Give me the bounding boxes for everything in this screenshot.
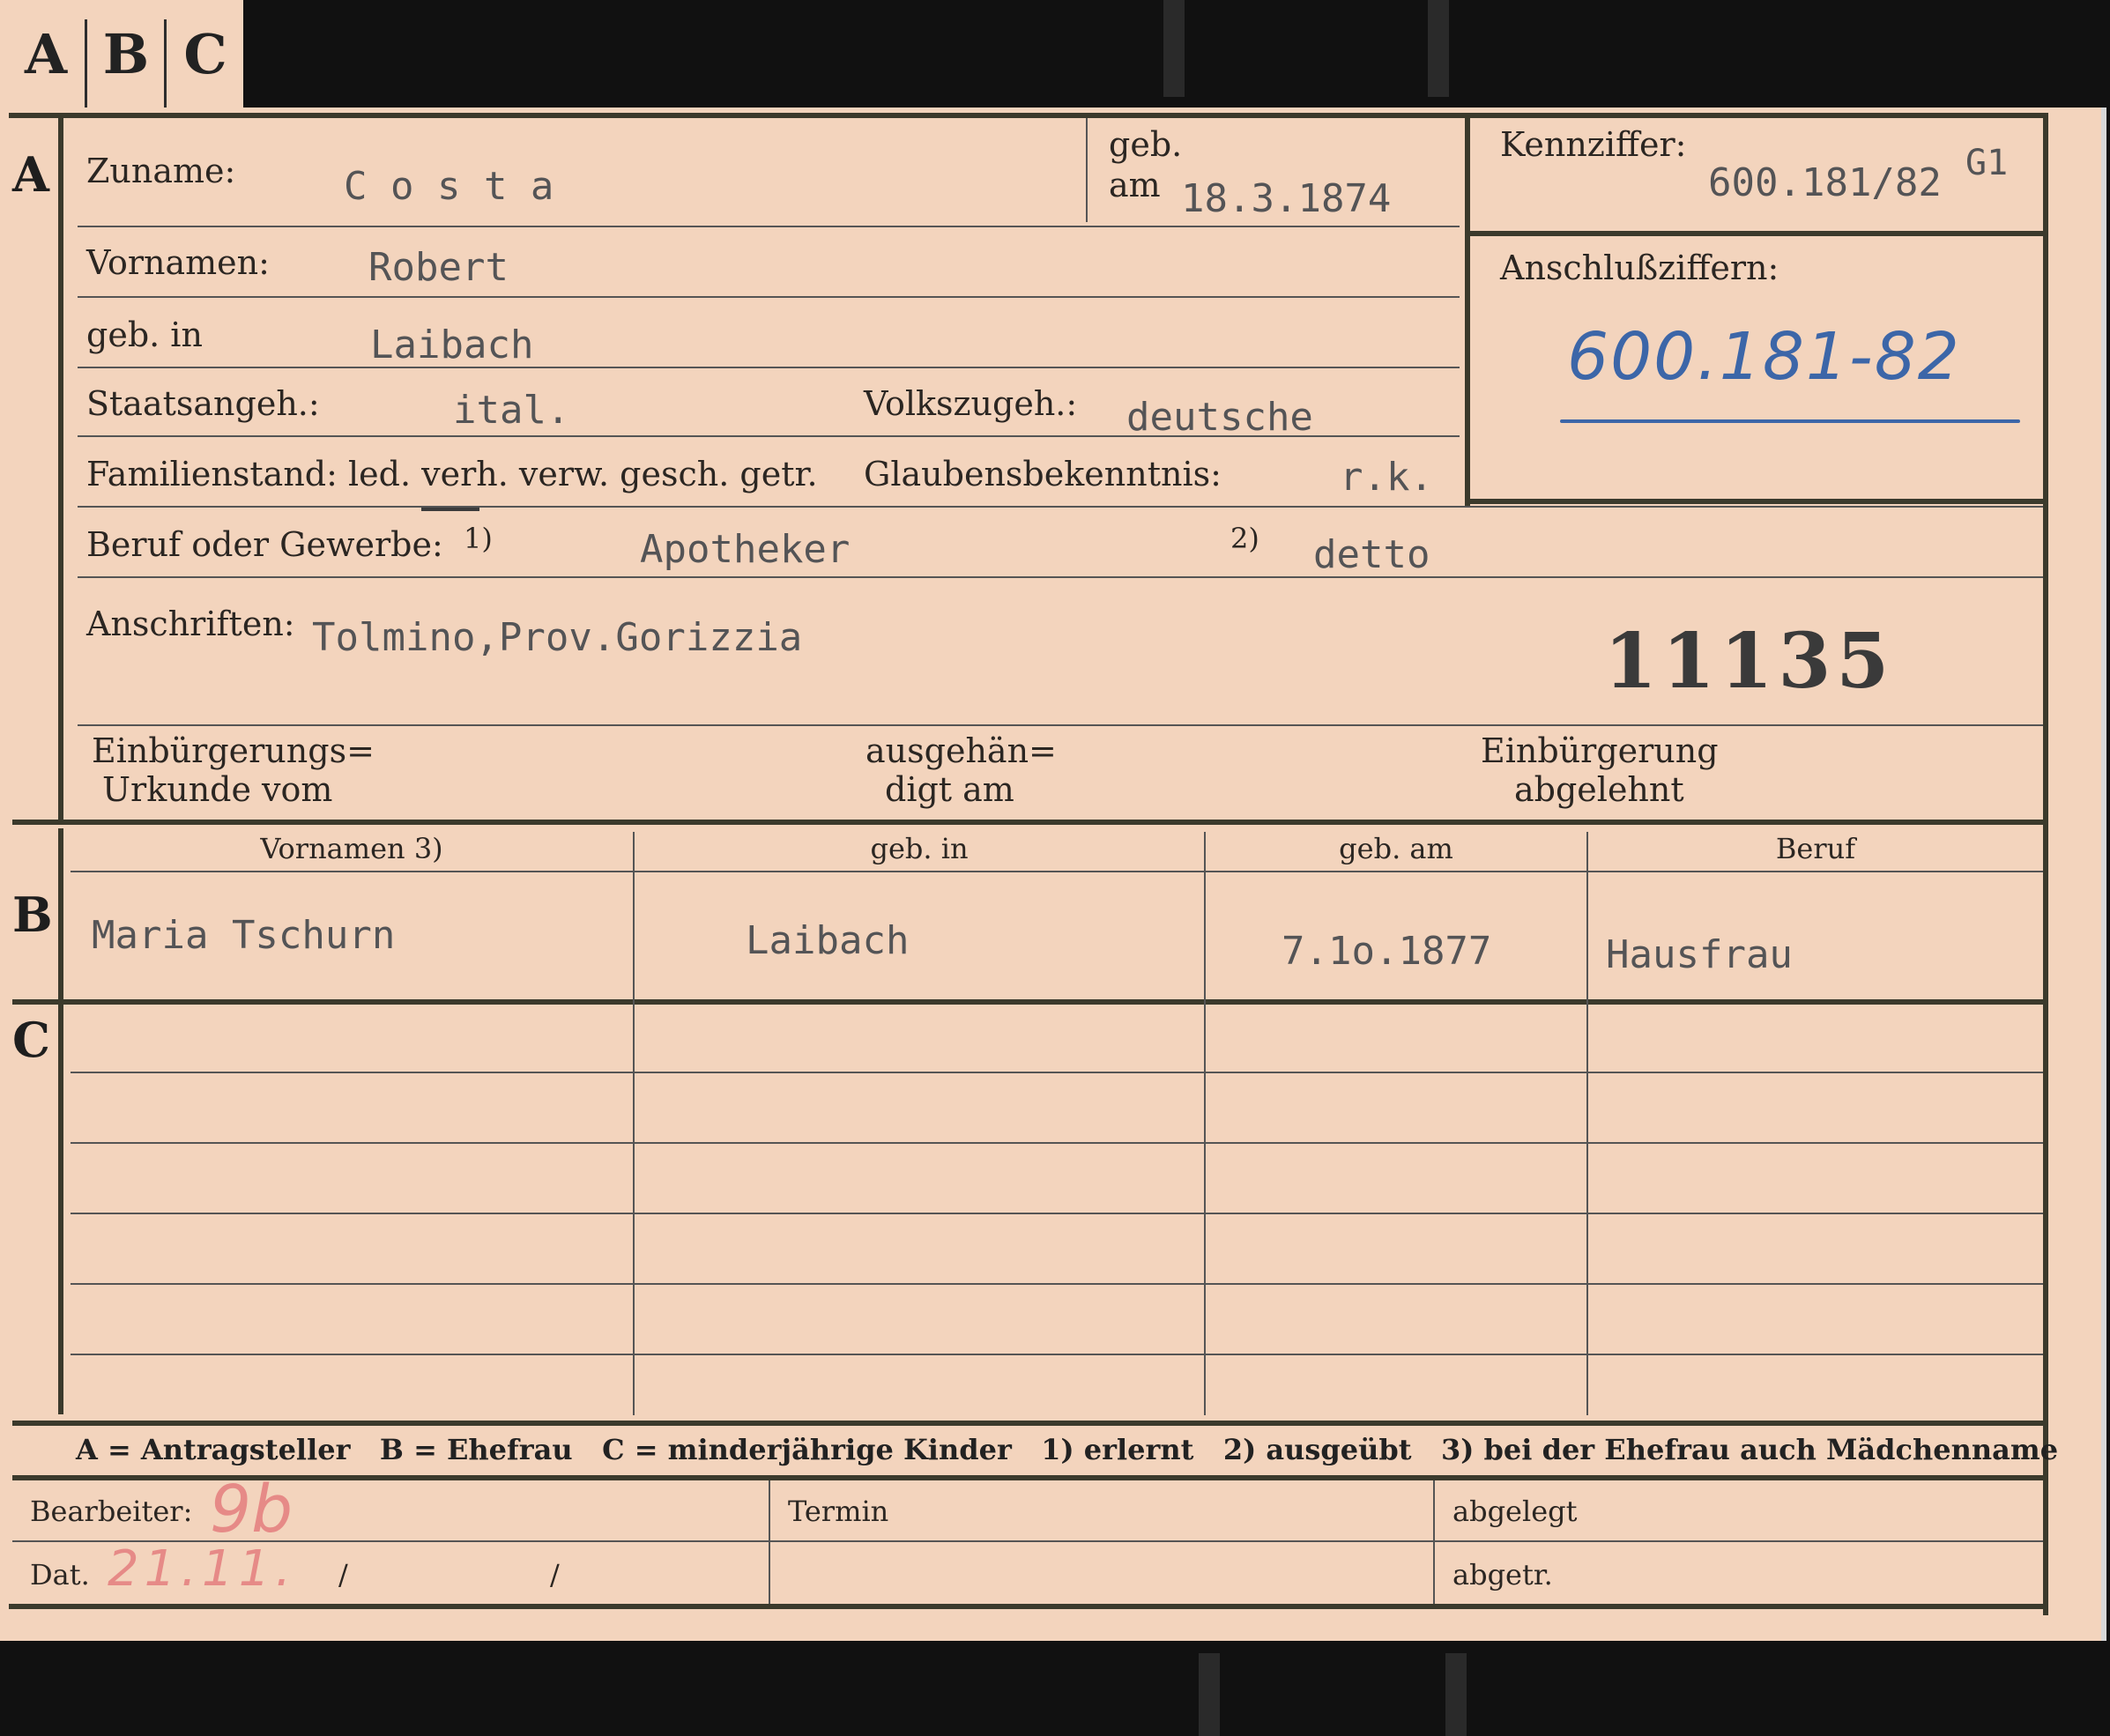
legend-top-line	[12, 1421, 2047, 1426]
einbuergerungs-label-2: Urkunde vom	[102, 770, 333, 809]
table-header-line	[71, 871, 2043, 872]
am-label: am	[1109, 166, 1161, 204]
geb-divider	[1086, 118, 1088, 222]
ausgehaen-label-1: ausgehän=	[866, 731, 1057, 770]
birthplace-value: Laibach	[370, 323, 534, 367]
occupation-learned-value: Apotheker	[640, 527, 851, 572]
vornamen-label: Vornamen:	[86, 243, 270, 282]
kennziffer-box-mid	[1465, 231, 2047, 236]
tab-b[interactable]: B	[87, 0, 165, 108]
surname-value: C o s t a	[344, 164, 554, 209]
einbuergerungs-label-1: Einbürgerungs=	[92, 731, 375, 770]
occupation-practiced-value: detto	[1313, 532, 1430, 577]
tab-a[interactable]: A	[7, 0, 85, 108]
birth-date-value: 18.3.1874	[1181, 176, 1392, 221]
bearbeiter-label: Bearbeiter:	[30, 1495, 193, 1528]
anschriften-label: Anschriften:	[86, 605, 295, 643]
table-header-geb-am: geb. am	[1339, 832, 1453, 865]
first-names-value: Robert	[368, 245, 509, 290]
row-line	[78, 576, 2043, 578]
reference-suffix-value: G1	[1965, 143, 2009, 183]
tab-c[interactable]: C	[167, 0, 244, 108]
child-row-line	[71, 1354, 2043, 1355]
spouse-birth-date: 7.1o.1877	[1282, 929, 1492, 974]
row-line	[78, 724, 2043, 726]
binder-clip	[1428, 0, 1449, 97]
section-a-bar	[58, 113, 63, 820]
anschlussziffern-label: Anschlußziffern:	[1500, 249, 1779, 287]
table-col-divider	[1586, 832, 1588, 1415]
dat-value: 21.11.	[108, 1540, 297, 1598]
legend-bottom-line	[12, 1475, 2047, 1480]
row-line	[78, 296, 1460, 298]
bearbeiter-initials: 9b	[210, 1472, 293, 1547]
kennziffer-box-left	[1465, 113, 1470, 506]
section-a-label: A	[12, 146, 49, 203]
section-b-label: B	[12, 887, 53, 943]
geb-label: geb.	[1109, 125, 1183, 164]
linked-number-handwritten: 600.181-82	[1567, 319, 1961, 395]
familienstand-label: Familienstand: led. verh. verw. gesch. g…	[86, 455, 818, 493]
volkszugeh-label: Volkszugeh.:	[864, 384, 1078, 423]
abgelehnt-label-2: abgelehnt	[1514, 770, 1684, 809]
row-line	[78, 506, 2043, 508]
table-header-vornamen: Vornamen 3)	[260, 832, 443, 865]
table-header-geb-in: geb. in	[870, 832, 969, 865]
dat-label: Dat.	[30, 1558, 90, 1591]
footer-divider	[769, 1480, 770, 1604]
citizenship-value: ital.	[453, 388, 570, 433]
child-row-line	[71, 1213, 2043, 1214]
footer-divider	[1433, 1480, 1435, 1604]
row-line	[78, 367, 1460, 368]
abgelehnt-label-1: Einbürgerung	[1481, 731, 1719, 770]
religion-value: r.k.	[1340, 455, 1433, 500]
kennziffer-label: Kennziffer:	[1500, 125, 1687, 164]
section-bc-bar	[58, 828, 63, 1414]
address-value: Tolmino,Prov.Gorizzia	[312, 615, 803, 660]
geb-in-label: geb. in	[86, 315, 203, 354]
ethnicity-value: deutsche	[1126, 395, 1313, 440]
ausgehaen-label-2: digt am	[885, 770, 1014, 809]
zuname-label: Zuname:	[86, 152, 236, 190]
row-line	[78, 226, 1460, 227]
spouse-birthplace: Laibach	[746, 918, 910, 963]
verh-underline	[421, 508, 479, 511]
child-row-line	[71, 1283, 2043, 1285]
kennziffer-box-bottom	[1465, 499, 2047, 504]
frame-right	[2043, 113, 2048, 1615]
child-row-line	[71, 1142, 2043, 1144]
dat-slash-1: /	[338, 1558, 348, 1591]
tab-strip: A B C	[0, 0, 243, 111]
binder-clip	[1163, 0, 1185, 97]
binder-clip	[1445, 1653, 1467, 1736]
table-col-divider	[633, 832, 635, 1415]
frame-bottom	[9, 1604, 2048, 1609]
glaubensbekenntnis-label: Glaubensbekenntnis:	[864, 455, 1222, 493]
spouse-occupation: Hausfrau	[1606, 932, 1793, 977]
abgetr-label: abgetr.	[1452, 1558, 1553, 1591]
section-bc-separator	[12, 999, 2047, 1005]
frame-top	[9, 113, 2047, 118]
legend-line: A = Antragsteller B = Ehefrau C = minder…	[76, 1433, 2059, 1466]
staatsangeh-label: Staatsangeh.:	[86, 384, 320, 423]
table-col-divider	[1204, 832, 1206, 1415]
beruf-label: Beruf oder Gewerbe:	[86, 525, 443, 564]
beruf-footnote-1: 1)	[464, 522, 493, 555]
section-c-label: C	[12, 1012, 50, 1068]
binder-clip	[1199, 1653, 1220, 1736]
reference-number-value: 600.181/82	[1708, 160, 1942, 205]
child-row-line	[71, 1072, 2043, 1073]
abgelegt-label: abgelegt	[1452, 1495, 1578, 1528]
spouse-first-names: Maria Tschurn	[92, 913, 396, 958]
footer-mid-line	[12, 1540, 2043, 1542]
dat-slash-2: /	[550, 1558, 560, 1591]
termin-label: Termin	[788, 1495, 889, 1528]
linked-number-underline	[1560, 419, 2020, 423]
section-ab-separator	[12, 820, 2047, 825]
stamp-number: 11135	[1604, 617, 1895, 706]
table-header-beruf: Beruf	[1775, 832, 1856, 865]
beruf-footnote-2: 2)	[1230, 522, 1259, 555]
